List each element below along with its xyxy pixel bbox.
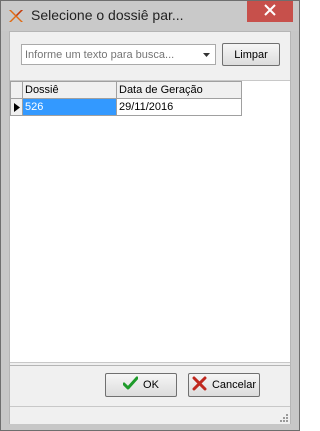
- search-combobox[interactable]: [21, 44, 216, 65]
- dossier-grid[interactable]: Dossiê Data de Geração 526 29/11/2016: [10, 80, 290, 363]
- ok-button-label: OK: [143, 379, 159, 391]
- close-button[interactable]: [247, 1, 293, 22]
- cancel-button-label: Cancelar: [211, 379, 257, 391]
- status-bar: [10, 406, 290, 424]
- grid-indicator-header: [10, 81, 23, 99]
- row-indicator-icon: [10, 98, 23, 116]
- check-icon: [122, 376, 139, 394]
- column-header-dossie[interactable]: Dossiê: [22, 81, 117, 99]
- window-title: Selecione o dossiê par...: [31, 7, 184, 23]
- column-header-data-geracao[interactable]: Data de Geração: [116, 81, 242, 99]
- table-row[interactable]: 526 29/11/2016: [10, 98, 242, 116]
- clear-button[interactable]: Limpar: [222, 43, 280, 66]
- chevron-down-icon[interactable]: [198, 45, 215, 64]
- app-x-icon: [7, 7, 25, 25]
- dialog-window: Selecione o dossiê par... Limpar Dossiê: [0, 0, 300, 431]
- x-icon: [192, 376, 207, 394]
- cell-data-geracao[interactable]: 29/11/2016: [116, 98, 242, 116]
- resize-grip-icon[interactable]: [278, 412, 288, 422]
- ok-button[interactable]: OK: [105, 373, 177, 397]
- dialog-client-area: Limpar Dossiê Data de Geração 52: [9, 31, 291, 424]
- cancel-button[interactable]: Cancelar: [188, 373, 260, 397]
- cell-dossie[interactable]: 526: [22, 98, 117, 116]
- title-bar[interactable]: Selecione o dossiê par...: [1, 1, 299, 31]
- close-icon: [264, 4, 276, 19]
- grid-header-row: Dossiê Data de Geração: [10, 81, 242, 99]
- search-input[interactable]: [22, 45, 198, 64]
- clear-button-label: Limpar: [234, 48, 268, 61]
